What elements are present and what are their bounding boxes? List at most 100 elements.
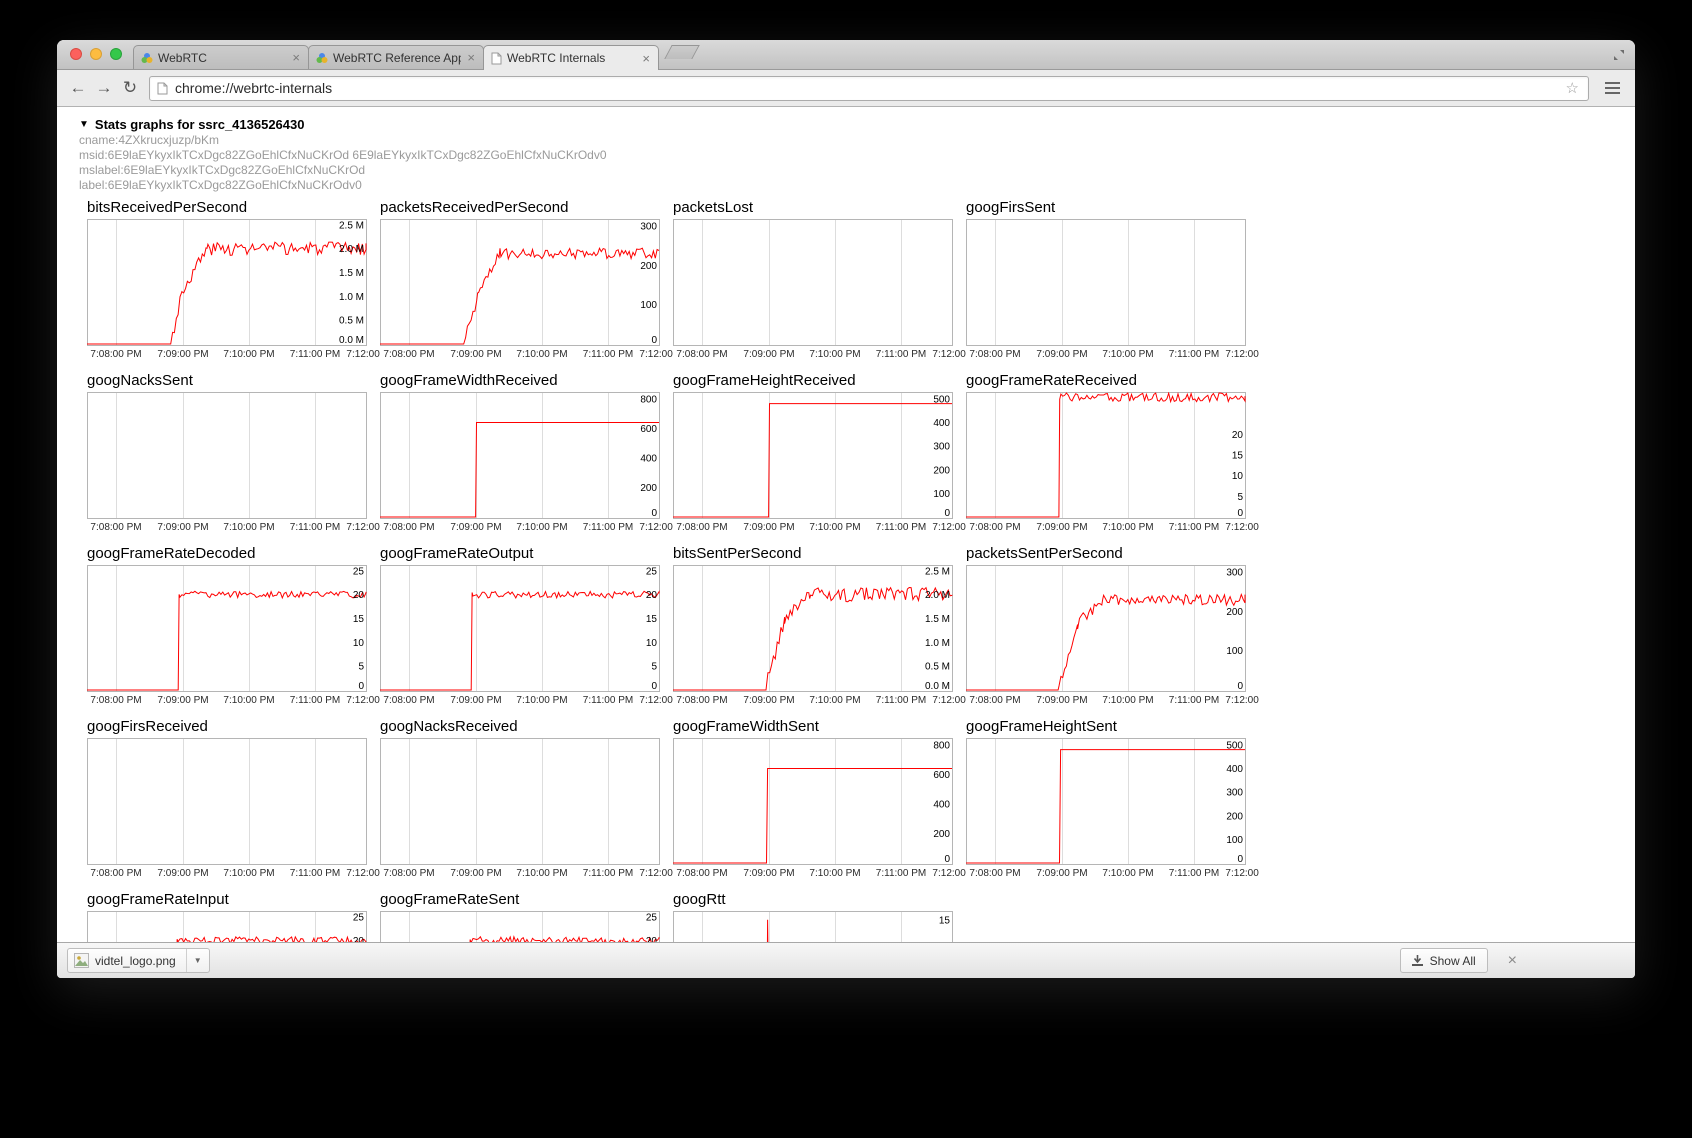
x-tick-label: 7:08:00 PM <box>969 522 1020 533</box>
minimize-window-button[interactable] <box>90 48 102 60</box>
collapse-triangle-icon[interactable]: ▼ <box>79 119 89 130</box>
x-tick-label: 7:10:00 PM <box>809 868 860 879</box>
back-button[interactable]: ← <box>65 75 91 101</box>
tab-label: WebRTC Reference App <box>333 51 461 65</box>
download-file-name: vidtel_logo.png <box>95 954 176 968</box>
svg-text:5: 5 <box>651 662 657 673</box>
chart-x-axis-labels: 7:08:00 PM7:09:00 PM7:10:00 PM7:11:00 PM… <box>673 865 969 881</box>
close-window-button[interactable] <box>70 48 82 60</box>
chart-plot-area: 2.5 M2.0 M1.5 M1.0 M0.5 M0.0 M <box>673 565 953 692</box>
svg-text:200: 200 <box>640 483 657 494</box>
x-tick-label: 7:09:00 PM <box>743 522 794 533</box>
svg-text:5: 5 <box>1237 492 1243 503</box>
fullscreen-icon[interactable] <box>1613 48 1625 66</box>
x-tick-label: 7:09:00 PM <box>157 868 208 879</box>
chart-x-axis-labels: 7:08:00 PM7:09:00 PM7:10:00 PM7:11:00 PM… <box>966 346 1262 362</box>
svg-text:0: 0 <box>651 508 657 519</box>
new-tab-button[interactable] <box>664 45 699 59</box>
menu-button[interactable] <box>1597 75 1627 101</box>
svg-text:800: 800 <box>933 740 950 751</box>
svg-text:300: 300 <box>640 221 657 232</box>
chart-plot-area: 151050 <box>673 911 953 942</box>
tab-close-icon[interactable]: × <box>641 52 651 65</box>
x-tick-label: 7:09:00 PM <box>743 349 794 360</box>
x-tick-label: 7:11:00 PM <box>876 522 926 533</box>
chart-x-axis-labels: 7:08:00 PM7:09:00 PM7:10:00 PM7:11:00 PM… <box>87 519 383 535</box>
forward-button[interactable]: → <box>91 75 117 101</box>
reload-button[interactable]: ↻ <box>117 75 143 101</box>
download-item-caret-icon[interactable]: ▼ <box>186 949 209 972</box>
download-shelf-close-icon[interactable]: × <box>1508 953 1517 969</box>
download-shelf: vidtel_logo.png ▼ Show All × <box>57 942 1635 978</box>
bookmark-star-icon[interactable]: ☆ <box>1564 79 1581 97</box>
x-tick-label: 7:11:00 PM <box>583 868 633 879</box>
x-tick-label: 7:11:00 PM <box>876 349 926 360</box>
chart-googNacksReceived: googNacksReceived7:08:00 PM7:09:00 PM7:1… <box>380 718 660 881</box>
chart-title: googNacksSent <box>87 372 367 392</box>
msid-line: msid:6E9laEYkyxIkTCxDgc82ZGoEhlCfxNuCKrO… <box>79 148 1635 162</box>
svg-text:200: 200 <box>933 465 950 476</box>
chart-plot-area <box>87 392 367 519</box>
x-tick-label: 7:10:00 PM <box>1102 695 1153 706</box>
x-tick-label: 7:10:00 PM <box>516 695 567 706</box>
svg-text:20: 20 <box>353 936 365 942</box>
chart-bitsSentPerSecond: bitsSentPerSecond2.5 M2.0 M1.5 M1.0 M0.5… <box>673 545 953 708</box>
page-content: ▼ Stats graphs for ssrc_4136526430 cname… <box>57 107 1635 942</box>
label-line: label:6E9laEYkyxIkTCxDgc82ZGoEhlCfxNuCKr… <box>79 178 1635 192</box>
x-tick-label: 7:11:00 PM <box>290 695 340 706</box>
address-bar[interactable]: chrome://webrtc-internals ☆ <box>149 76 1589 101</box>
x-tick-label: 7:09:00 PM <box>450 522 501 533</box>
x-tick-label: 7:09:00 PM <box>450 868 501 879</box>
downloaded-file-item[interactable]: vidtel_logo.png ▼ <box>67 948 210 973</box>
svg-text:0: 0 <box>1237 508 1243 519</box>
chart-googFirsSent: googFirsSent7:08:00 PM7:09:00 PM7:10:00 … <box>966 199 1246 362</box>
x-tick-label: 7:11:00 PM <box>583 695 633 706</box>
x-tick-label: 7:12:00 PM <box>346 868 383 879</box>
tab-webrtc-internals[interactable]: WebRTC Internals × <box>483 45 659 70</box>
chart-plot-area: 5004003002001000 <box>966 738 1246 865</box>
zoom-window-button[interactable] <box>110 48 122 60</box>
svg-text:2.0 M: 2.0 M <box>339 244 364 255</box>
x-tick-label: 7:10:00 PM <box>516 349 567 360</box>
tab-close-icon[interactable]: × <box>291 51 301 64</box>
x-tick-label: 7:08:00 PM <box>90 522 141 533</box>
charts-grid: bitsReceivedPerSecond2.5 M2.0 M1.5 M1.0 … <box>87 199 1635 942</box>
svg-text:0.5 M: 0.5 M <box>925 662 950 673</box>
svg-text:15: 15 <box>1232 451 1244 462</box>
svg-text:15: 15 <box>646 614 658 625</box>
tab-close-icon[interactable]: × <box>466 51 476 64</box>
x-tick-label: 7:10:00 PM <box>223 522 274 533</box>
chart-x-axis-labels: 7:08:00 PM7:09:00 PM7:10:00 PM7:11:00 PM… <box>673 346 969 362</box>
svg-text:600: 600 <box>933 770 950 781</box>
x-tick-label: 7:11:00 PM <box>583 349 633 360</box>
svg-text:20: 20 <box>646 936 658 942</box>
svg-text:400: 400 <box>640 453 657 464</box>
svg-text:0: 0 <box>944 854 950 865</box>
url-text[interactable]: chrome://webrtc-internals <box>175 80 1564 96</box>
chart-title: googNacksReceived <box>380 718 660 738</box>
x-tick-label: 7:10:00 PM <box>516 868 567 879</box>
svg-text:1.0 M: 1.0 M <box>339 292 364 303</box>
chart-googFrameRateDecoded: googFrameRateDecoded25201510507:08:00 PM… <box>87 545 367 708</box>
x-tick-label: 7:09:00 PM <box>157 522 208 533</box>
chart-plot-area: 2.5 M2.0 M1.5 M1.0 M0.5 M0.0 M <box>87 219 367 346</box>
svg-text:600: 600 <box>640 424 657 435</box>
tab-webrtc[interactable]: WebRTC × <box>133 45 309 69</box>
chart-title: googFrameRateOutput <box>380 545 660 565</box>
x-tick-label: 7:12:00 PM <box>932 349 969 360</box>
svg-text:15: 15 <box>353 614 365 625</box>
x-tick-label: 7:10:00 PM <box>809 349 860 360</box>
chart-googFrameRateSent: googFrameRateSent25201510507:08:00 PM7:0… <box>380 891 660 942</box>
chart-title: googFrameRateInput <box>87 891 367 911</box>
svg-text:100: 100 <box>1226 835 1243 846</box>
tab-label: WebRTC <box>158 51 286 65</box>
tab-webrtc-reference-app[interactable]: WebRTC Reference App × <box>308 45 484 69</box>
x-tick-label: 7:09:00 PM <box>743 695 794 706</box>
chart-title: packetsReceivedPerSecond <box>380 199 660 219</box>
svg-text:20: 20 <box>353 590 365 601</box>
stats-graphs-header[interactable]: ▼ Stats graphs for ssrc_4136526430 <box>79 117 1635 132</box>
chart-googFrameWidthReceived: googFrameWidthReceived80060040020007:08:… <box>380 372 660 535</box>
chart-title: googFrameRateSent <box>380 891 660 911</box>
show-all-button[interactable]: Show All <box>1400 948 1488 973</box>
chart-title: googFirsSent <box>966 199 1246 219</box>
